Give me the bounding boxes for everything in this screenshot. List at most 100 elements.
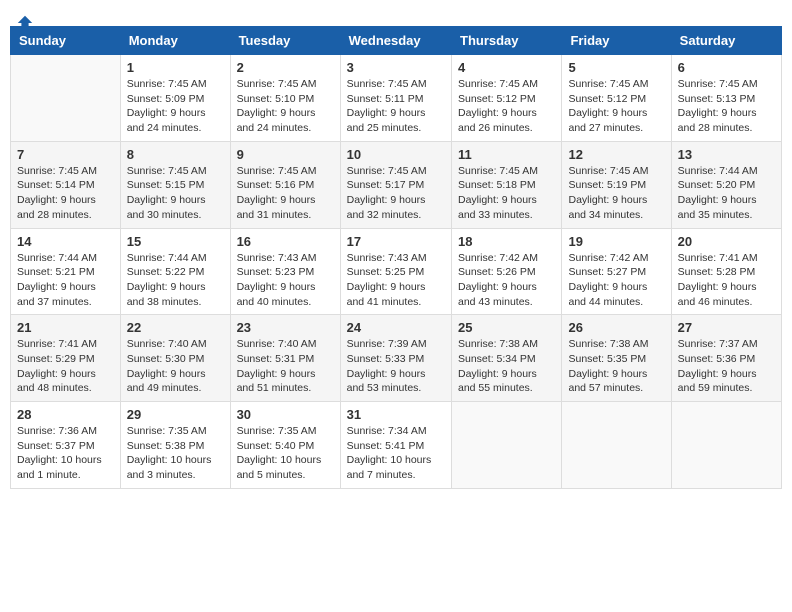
day-number: 18 — [458, 234, 555, 249]
calendar-cell: 4Sunrise: 7:45 AM Sunset: 5:12 PM Daylig… — [452, 55, 562, 142]
day-number: 2 — [237, 60, 334, 75]
day-info: Sunrise: 7:45 AM Sunset: 5:14 PM Dayligh… — [17, 164, 114, 223]
calendar-cell: 28 Sunrise: 7:36 AM Sunset: 5:37 PM Dayli… — [11, 402, 121, 489]
day-info: Sunrise: 7:37 AM Sunset: 5:36 PM Dayligh… — [678, 337, 775, 396]
day-info: Sunrise: 7:45 AM Sunset: 5:09 PM Dayligh… — [127, 77, 224, 136]
day-number: 23 — [237, 320, 334, 335]
day-info: Sunrise: 7:45 AM Sunset: 5:19 PM Dayligh… — [568, 164, 664, 223]
day-number: 5 — [568, 60, 664, 75]
calendar-cell: 13 Sunrise: 7:44 AM Sunset: 5:20 PM Dayli… — [671, 141, 781, 228]
day-info: Sunrise: 7:38 AM Sunset: 5:35 PM Dayligh… — [568, 337, 664, 396]
day-number: 24 — [347, 320, 445, 335]
day-number: 1 — [127, 60, 224, 75]
day-info: Sunrise: 7:44 AM Sunset: 5:21 PM Dayligh… — [17, 251, 114, 310]
day-info: Sunrise: 7:45 AM Sunset: 5:10 PM Dayligh… — [237, 77, 334, 136]
calendar-cell: 10 Sunrise: 7:45 AM Sunset: 5:17 PM Dayli… — [340, 141, 451, 228]
day-info: Sunrise: 7:34 AM Sunset: 5:41 PM Dayligh… — [347, 424, 445, 483]
day-info: Sunrise: 7:35 AM Sunset: 5:38 PM Dayligh… — [127, 424, 224, 483]
calendar-cell: 7 Sunrise: 7:45 AM Sunset: 5:14 PM Daylig… — [11, 141, 121, 228]
calendar-cell: 25Sunrise: 7:38 AM Sunset: 5:34 PM Dayli… — [452, 315, 562, 402]
day-info: Sunrise: 7:36 AM Sunset: 5:37 PM Dayligh… — [17, 424, 114, 483]
calendar-cell: 19 Sunrise: 7:42 AM Sunset: 5:27 PM Dayli… — [562, 228, 671, 315]
day-number: 16 — [237, 234, 334, 249]
calendar-table: SundayMondayTuesdayWednesdayThursdayFrid… — [10, 26, 782, 489]
calendar-header-row: SundayMondayTuesdayWednesdayThursdayFrid… — [11, 27, 782, 55]
calendar-week-row: 1 Sunrise: 7:45 AM Sunset: 5:09 PM Daylig… — [11, 55, 782, 142]
day-number: 6 — [678, 60, 775, 75]
calendar-cell: 22 Sunrise: 7:40 AM Sunset: 5:30 PM Dayli… — [120, 315, 230, 402]
calendar-cell: 30 Sunrise: 7:35 AM Sunset: 5:40 PM Dayli… — [230, 402, 340, 489]
calendar-cell: 27 Sunrise: 7:37 AM Sunset: 5:36 PM Dayli… — [671, 315, 781, 402]
day-info: Sunrise: 7:41 AM Sunset: 5:29 PM Dayligh… — [17, 337, 114, 396]
day-number: 13 — [678, 147, 775, 162]
day-number: 4 — [458, 60, 555, 75]
calendar-cell: 21 Sunrise: 7:41 AM Sunset: 5:29 PM Dayli… — [11, 315, 121, 402]
calendar-cell: 17Sunrise: 7:43 AM Sunset: 5:25 PM Dayli… — [340, 228, 451, 315]
day-info: Sunrise: 7:35 AM Sunset: 5:40 PM Dayligh… — [237, 424, 334, 483]
day-number: 15 — [127, 234, 224, 249]
day-number: 27 — [678, 320, 775, 335]
calendar-cell: 24 Sunrise: 7:39 AM Sunset: 5:33 PM Dayli… — [340, 315, 451, 402]
day-info: Sunrise: 7:40 AM Sunset: 5:31 PM Dayligh… — [237, 337, 334, 396]
calendar-cell — [452, 402, 562, 489]
day-number: 14 — [17, 234, 114, 249]
calendar-cell — [671, 402, 781, 489]
day-number: 30 — [237, 407, 334, 422]
calendar-cell: 8Sunrise: 7:45 AM Sunset: 5:15 PM Daylig… — [120, 141, 230, 228]
calendar-cell: 26 Sunrise: 7:38 AM Sunset: 5:35 PM Dayli… — [562, 315, 671, 402]
calendar-cell: 18 Sunrise: 7:42 AM Sunset: 5:26 PM Dayli… — [452, 228, 562, 315]
calendar-cell: 20 Sunrise: 7:41 AM Sunset: 5:28 PM Dayli… — [671, 228, 781, 315]
calendar-week-row: 14 Sunrise: 7:44 AM Sunset: 5:21 PM Dayli… — [11, 228, 782, 315]
day-number: 10 — [347, 147, 445, 162]
calendar-week-row: 21 Sunrise: 7:41 AM Sunset: 5:29 PM Dayli… — [11, 315, 782, 402]
day-number: 29 — [127, 407, 224, 422]
day-info: Sunrise: 7:42 AM Sunset: 5:27 PM Dayligh… — [568, 251, 664, 310]
day-info: Sunrise: 7:39 AM Sunset: 5:33 PM Dayligh… — [347, 337, 445, 396]
calendar-cell: 1 Sunrise: 7:45 AM Sunset: 5:09 PM Daylig… — [120, 55, 230, 142]
calendar-week-row: 7 Sunrise: 7:45 AM Sunset: 5:14 PM Daylig… — [11, 141, 782, 228]
day-number: 21 — [17, 320, 114, 335]
day-number: 25 — [458, 320, 555, 335]
day-number: 22 — [127, 320, 224, 335]
day-info: Sunrise: 7:42 AM Sunset: 5:26 PM Dayligh… — [458, 251, 555, 310]
day-info: Sunrise: 7:45 AM Sunset: 5:11 PM Dayligh… — [347, 77, 445, 136]
day-info: Sunrise: 7:40 AM Sunset: 5:30 PM Dayligh… — [127, 337, 224, 396]
day-info: Sunrise: 7:44 AM Sunset: 5:20 PM Dayligh… — [678, 164, 775, 223]
day-number: 7 — [17, 147, 114, 162]
day-info: Sunrise: 7:45 AM Sunset: 5:18 PM Dayligh… — [458, 164, 555, 223]
calendar-cell: 12 Sunrise: 7:45 AM Sunset: 5:19 PM Dayli… — [562, 141, 671, 228]
calendar-cell: 14 Sunrise: 7:44 AM Sunset: 5:21 PM Dayli… — [11, 228, 121, 315]
day-info: Sunrise: 7:44 AM Sunset: 5:22 PM Dayligh… — [127, 251, 224, 310]
calendar-cell: 31Sunrise: 7:34 AM Sunset: 5:41 PM Dayli… — [340, 402, 451, 489]
weekday-header: Friday — [562, 27, 671, 55]
weekday-header: Saturday — [671, 27, 781, 55]
logo-icon — [16, 14, 34, 32]
calendar-week-row: 28 Sunrise: 7:36 AM Sunset: 5:37 PM Dayli… — [11, 402, 782, 489]
day-number: 20 — [678, 234, 775, 249]
weekday-header: Tuesday — [230, 27, 340, 55]
day-info: Sunrise: 7:43 AM Sunset: 5:23 PM Dayligh… — [237, 251, 334, 310]
day-info: Sunrise: 7:45 AM Sunset: 5:15 PM Dayligh… — [127, 164, 224, 223]
day-info: Sunrise: 7:45 AM Sunset: 5:12 PM Dayligh… — [568, 77, 664, 136]
day-info: Sunrise: 7:41 AM Sunset: 5:28 PM Dayligh… — [678, 251, 775, 310]
day-number: 19 — [568, 234, 664, 249]
calendar-cell — [562, 402, 671, 489]
day-info: Sunrise: 7:45 AM Sunset: 5:13 PM Dayligh… — [678, 77, 775, 136]
calendar-cell: 11Sunrise: 7:45 AM Sunset: 5:18 PM Dayli… — [452, 141, 562, 228]
calendar-cell: 3 Sunrise: 7:45 AM Sunset: 5:11 PM Daylig… — [340, 55, 451, 142]
day-info: Sunrise: 7:45 AM Sunset: 5:17 PM Dayligh… — [347, 164, 445, 223]
weekday-header: Wednesday — [340, 27, 451, 55]
page-header — [10, 10, 782, 18]
calendar-cell: 29 Sunrise: 7:35 AM Sunset: 5:38 PM Dayli… — [120, 402, 230, 489]
calendar-cell: 23 Sunrise: 7:40 AM Sunset: 5:31 PM Dayli… — [230, 315, 340, 402]
calendar-cell: 2 Sunrise: 7:45 AM Sunset: 5:10 PM Daylig… — [230, 55, 340, 142]
calendar-cell: 9Sunrise: 7:45 AM Sunset: 5:16 PM Daylig… — [230, 141, 340, 228]
calendar-cell: 5 Sunrise: 7:45 AM Sunset: 5:12 PM Daylig… — [562, 55, 671, 142]
calendar-cell: 15 Sunrise: 7:44 AM Sunset: 5:22 PM Dayli… — [120, 228, 230, 315]
day-number: 28 — [17, 407, 114, 422]
calendar-cell — [11, 55, 121, 142]
day-number: 12 — [568, 147, 664, 162]
day-number: 3 — [347, 60, 445, 75]
day-number: 26 — [568, 320, 664, 335]
day-info: Sunrise: 7:43 AM Sunset: 5:25 PM Dayligh… — [347, 251, 445, 310]
